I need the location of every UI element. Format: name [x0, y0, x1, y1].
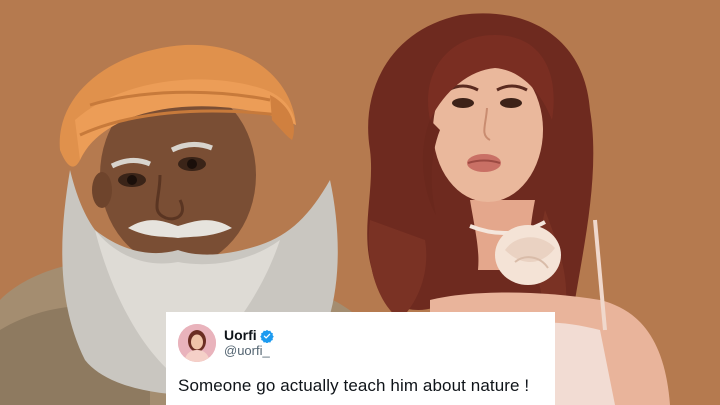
avatar[interactable] — [178, 324, 216, 362]
meme-image: Uorfi @uorfi_ Someone go actually teach … — [0, 0, 720, 405]
tweet-text: Someone go actually teach him about natu… — [178, 376, 530, 395]
display-name[interactable]: Uorfi — [224, 327, 257, 343]
tweet-card[interactable]: Uorfi @uorfi_ Someone go actually teach … — [166, 312, 555, 405]
name-row: Uorfi — [224, 327, 274, 343]
tweet-author: Uorfi @uorfi_ — [224, 327, 274, 358]
tweet-header: Uorfi @uorfi_ — [178, 324, 541, 362]
user-handle[interactable]: @uorfi_ — [224, 343, 274, 359]
avatar-portrait — [178, 324, 216, 362]
verified-badge-icon — [259, 329, 274, 343]
